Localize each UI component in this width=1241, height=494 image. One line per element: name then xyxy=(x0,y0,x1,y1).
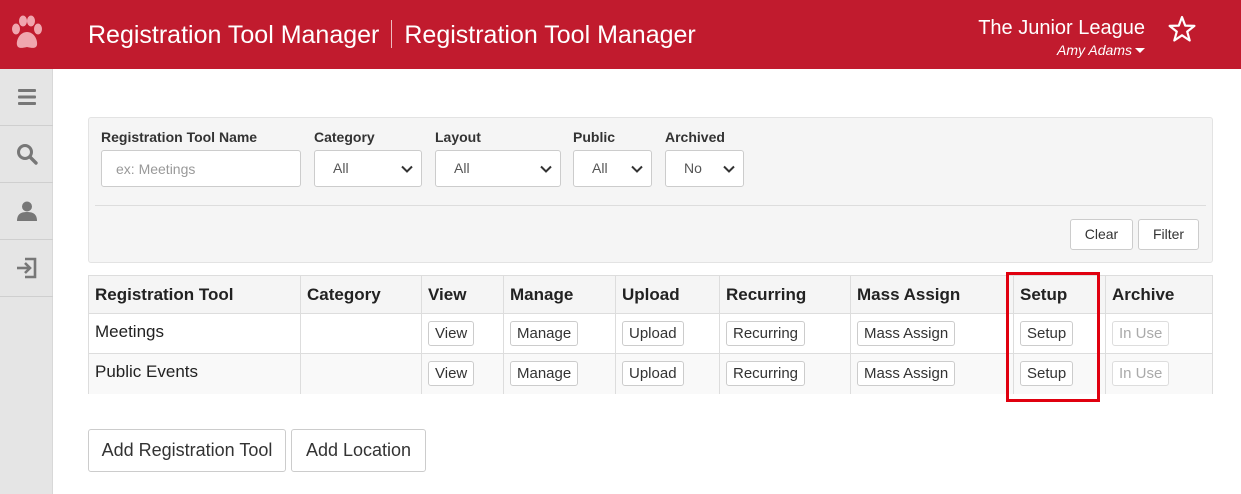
manage-cell: Manage xyxy=(504,354,616,394)
column-header-archive: Archive xyxy=(1112,285,1175,304)
mass-assign-cell: Mass Assign xyxy=(851,354,1014,394)
registration-tool-name: Public Events xyxy=(89,354,301,394)
upload-cell: Upload xyxy=(616,354,720,394)
registration-tool-name-label: Registration Tool Name xyxy=(101,129,258,145)
setup-button[interactable]: Setup xyxy=(1020,321,1074,346)
menu-icon xyxy=(17,89,36,105)
column-header-category: Category xyxy=(301,276,422,313)
search-icon xyxy=(16,144,38,165)
user-name: Amy Adams xyxy=(1057,42,1132,58)
setup-button[interactable]: Setup xyxy=(1020,361,1074,386)
category-label: Category xyxy=(314,129,375,145)
category-select-value: All xyxy=(333,160,349,176)
layout-select[interactable]: All xyxy=(435,150,561,187)
recurring-button[interactable]: Recurring xyxy=(726,361,806,386)
chevron-down-icon xyxy=(723,165,735,173)
star-icon[interactable] xyxy=(1168,15,1196,43)
add-registration-tool-button[interactable]: Add Registration Tool xyxy=(88,429,286,472)
sidebar-item-search[interactable] xyxy=(0,126,53,183)
chevron-down-icon xyxy=(631,165,643,173)
manage-button[interactable]: Manage xyxy=(510,321,579,346)
sidebar-item-user[interactable] xyxy=(0,183,53,240)
archive-cell: In Use xyxy=(1106,314,1212,353)
registration-tool-name-input[interactable] xyxy=(101,150,301,187)
column-header-setup: Setup xyxy=(1014,276,1106,313)
table-row: Public Events View Manage Upload Recurri… xyxy=(89,354,1212,394)
mass-assign-button[interactable]: Mass Assign xyxy=(857,321,956,346)
manage-cell: Manage xyxy=(504,314,616,353)
logo[interactable] xyxy=(0,0,53,69)
chevron-down-icon xyxy=(401,165,413,173)
category-cell xyxy=(301,314,422,353)
page-title-primary: Registration Tool Manager xyxy=(88,21,380,49)
view-button[interactable]: View xyxy=(428,361,475,386)
sidebar xyxy=(0,69,53,494)
filter-button[interactable]: Filter xyxy=(1138,219,1199,250)
caret-down-icon xyxy=(1135,48,1145,53)
recurring-cell: Recurring xyxy=(720,314,851,353)
archived-select[interactable]: No xyxy=(665,150,744,187)
table-row: Meetings View Manage Upload Recurring Ma… xyxy=(89,314,1212,354)
upload-button[interactable]: Upload xyxy=(622,361,684,386)
column-header-manage: Manage xyxy=(504,276,616,313)
filter-divider xyxy=(95,205,1206,206)
upload-button[interactable]: Upload xyxy=(622,321,684,346)
recurring-cell: Recurring xyxy=(720,354,851,394)
column-header-registration-tool: Registration Tool xyxy=(89,276,301,313)
setup-cell: Setup xyxy=(1014,314,1106,353)
column-header-recurring: Recurring xyxy=(720,276,851,313)
user-icon xyxy=(16,201,37,221)
top-bar: Registration Tool Manager Registration To… xyxy=(0,0,1241,69)
user-menu[interactable]: Amy Adams xyxy=(1057,41,1145,59)
archive-in-use-button: In Use xyxy=(1112,361,1170,386)
archive-cell: In Use xyxy=(1106,354,1212,394)
table-header-row: Registration Tool Category View Manage U… xyxy=(89,276,1212,314)
archive-in-use-button: In Use xyxy=(1112,321,1170,346)
public-select-value: All xyxy=(592,160,608,176)
clear-button[interactable]: Clear xyxy=(1070,219,1133,250)
paw-logo-icon xyxy=(12,15,42,48)
category-select[interactable]: All xyxy=(314,150,422,187)
title-divider xyxy=(391,20,393,48)
sidebar-item-menu[interactable] xyxy=(0,69,53,126)
view-cell: View xyxy=(422,314,504,353)
view-cell: View xyxy=(422,354,504,394)
registration-tool-name: Meetings xyxy=(89,314,301,353)
column-header-mass-assign: Mass Assign xyxy=(851,276,1014,313)
upload-cell: Upload xyxy=(616,314,720,353)
page-title: Registration Tool Manager Registration To… xyxy=(88,19,696,51)
registration-tools-table: Registration Tool Category View Manage U… xyxy=(88,275,1213,394)
page-title-secondary: Registration Tool Manager xyxy=(404,21,696,49)
layout-select-value: All xyxy=(454,160,470,176)
sign-out-icon xyxy=(16,257,36,279)
view-button[interactable]: View xyxy=(428,321,475,346)
filter-panel: Registration Tool Name Category All Layo… xyxy=(88,117,1213,263)
public-label: Public xyxy=(573,129,616,145)
archived-label: Archived xyxy=(665,129,725,145)
layout-label: Layout xyxy=(435,129,481,145)
add-location-button[interactable]: Add Location xyxy=(291,429,426,472)
setup-cell: Setup xyxy=(1014,354,1106,394)
chevron-down-icon xyxy=(540,165,552,173)
manage-button[interactable]: Manage xyxy=(510,361,579,386)
public-select[interactable]: All xyxy=(573,150,652,187)
column-header-view: View xyxy=(422,276,504,313)
sidebar-item-sign-out[interactable] xyxy=(0,240,53,297)
mass-assign-button[interactable]: Mass Assign xyxy=(857,361,956,386)
category-cell xyxy=(301,354,422,394)
recurring-button[interactable]: Recurring xyxy=(726,321,806,346)
column-header-upload: Upload xyxy=(616,276,720,313)
archived-select-value: No xyxy=(684,160,702,176)
mass-assign-cell: Mass Assign xyxy=(851,314,1014,353)
organization-name: The Junior League xyxy=(978,17,1145,39)
